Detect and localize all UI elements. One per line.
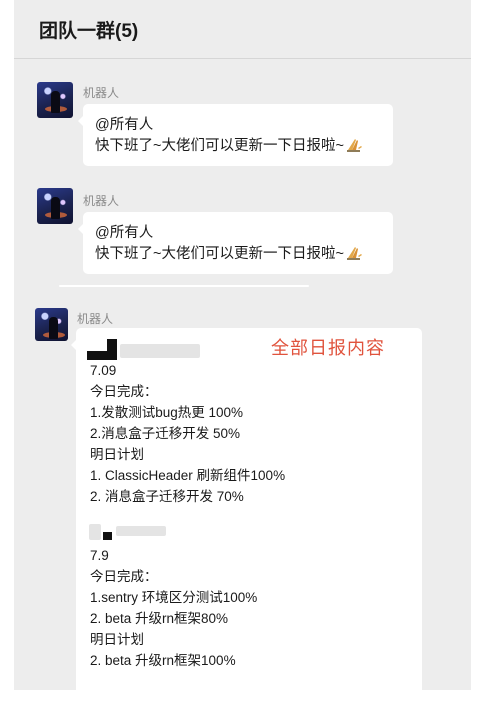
report-line: 2. 消息盒子迁移开发 70% [90,489,244,504]
chat-header: 团队一群(5) [14,0,471,59]
report-line: 1.sentry 环境区分测试100% [90,590,258,605]
praying-hands-icon [346,139,362,152]
report-bubble[interactable]: 全部日报内容 7.09 今日完成： 1.发散测试bug热更 100% 2.消息盒… [71,328,422,690]
report-line: 2. beta 升级rn框架80% [90,611,229,626]
praying-hands-icon [346,247,362,260]
report-line: 7.9 [90,548,109,563]
message-line: 快下班了~大佬们可以更新一下日报啦~ [95,136,381,157]
report-line: 明日计划 [90,632,144,647]
sender-name: 机器人 [83,194,120,208]
message-bubble[interactable]: @所有人 快下班了~大佬们可以更新一下日报啦~ [78,212,393,274]
message-line: 快下班了~大佬们可以更新一下日报啦~ [95,244,381,265]
redacted-name [103,532,112,540]
sender-name: 机器人 [77,312,114,326]
blurred-name [89,524,101,540]
bot-avatar[interactable] [35,308,68,341]
report-line: 2. beta 升级rn框架100% [90,653,236,668]
report-line: 2.消息盒子迁移开发 50% [90,426,241,441]
redacted-name [107,339,117,360]
report-line: 明日计划 [90,447,144,462]
report-line: 1. ClassicHeader 刷新组件100% [90,468,286,483]
report-overlay-label: 全部日报内容 [271,338,385,358]
blurred-text [116,526,166,536]
message-bubble[interactable]: @所有人 快下班了~大佬们可以更新一下日报啦~ [78,104,393,166]
message-line: @所有人 [95,225,154,241]
report-line: 7.09 [90,363,117,378]
sender-name: 机器人 [83,86,120,100]
chat-title[interactable]: 团队一群(5) [39,16,138,43]
report-line: 1.发散测试bug热更 100% [90,405,244,420]
blurred-text [120,344,200,358]
bot-avatar[interactable] [37,188,73,224]
bot-avatar[interactable] [37,82,73,118]
chat-window: 团队一群(5) 机器人 @所有人 快下班了~大佬们可以更新一下日报啦~ 机器人 … [14,0,471,690]
report-line: 今日完成： [90,569,158,584]
message-line: @所有人 [95,117,154,133]
report-line: 今日完成： [90,384,158,399]
divider [59,285,309,287]
